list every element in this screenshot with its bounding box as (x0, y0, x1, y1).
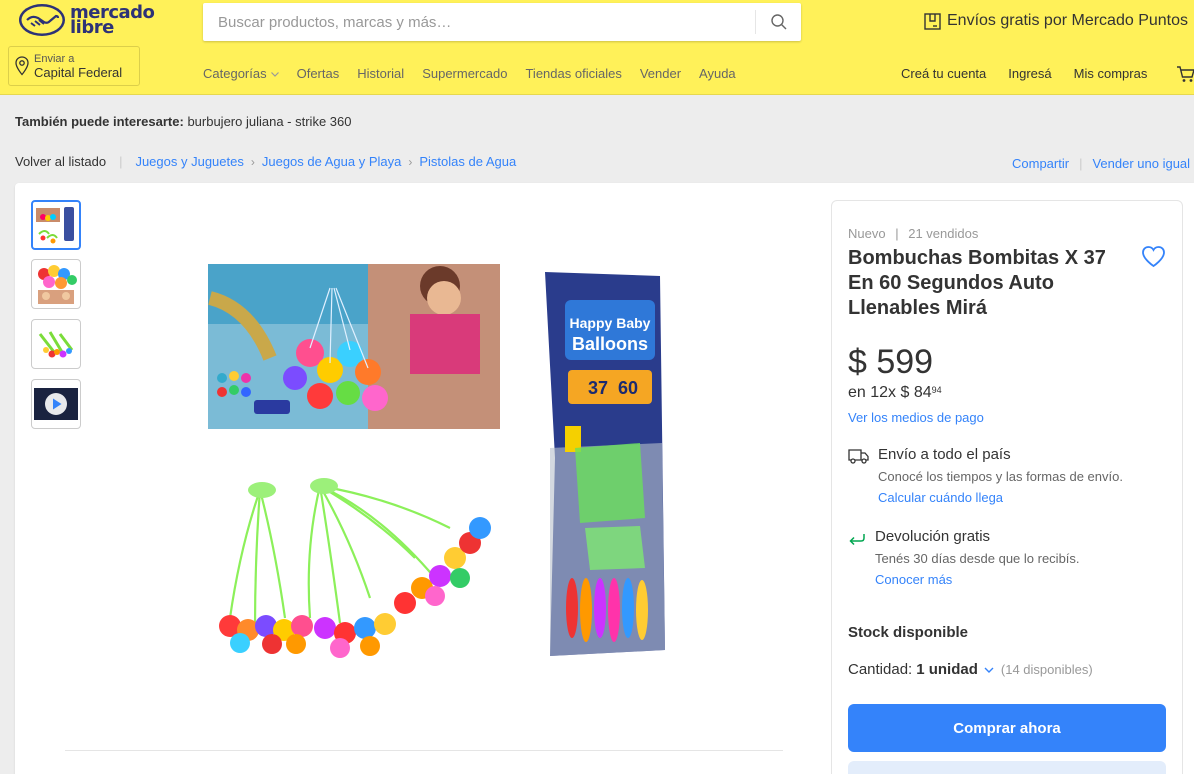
quantity-selector[interactable]: Cantidad: 1 unidad (14 disponibles) (848, 661, 1093, 678)
promo-banner[interactable]: Envíos gratis por Mercado Puntos (924, 12, 1188, 30)
thumbnail-3[interactable] (31, 319, 81, 369)
payment-methods-link[interactable]: Ver los medios de pago (848, 410, 984, 425)
package-brand-line2: Balloons (572, 334, 648, 354)
account-nav: Creá tu cuenta Ingresá Mis compras (901, 66, 1169, 81)
truck-icon (848, 449, 869, 464)
create-account-link[interactable]: Creá tu cuenta (901, 66, 986, 81)
thumbnail-1[interactable] (31, 200, 81, 250)
chevron-right-icon: › (250, 154, 255, 169)
handshake-logo-icon (19, 4, 65, 36)
condition-line: Nuevo | 21 vendidos (848, 226, 978, 241)
cart-button[interactable] (1176, 64, 1194, 89)
nav-categorias-label: Categorías (203, 66, 267, 81)
buy-now-button[interactable]: Comprar ahora (848, 704, 1166, 752)
nav-historial[interactable]: Historial (357, 66, 404, 81)
condition-label: Nuevo (848, 226, 886, 241)
available-count: (14 disponibles) (1000, 662, 1093, 677)
heart-icon (1142, 246, 1165, 268)
learn-more-link[interactable]: Conocer más (875, 572, 1080, 587)
nav-tiendas-oficiales[interactable]: Tiendas oficiales (525, 66, 621, 81)
chevron-down-icon (984, 667, 994, 673)
my-purchases-link[interactable]: Mis compras (1074, 66, 1148, 81)
returns-info: Devolución gratis Tenés 30 días desde qu… (848, 528, 1080, 587)
nav-categorias[interactable]: Categorías (203, 66, 280, 81)
breadcrumb-separator: | (119, 154, 123, 169)
thumbnail-2[interactable] (31, 259, 81, 309)
breadcrumb-item-juegos-de-agua[interactable]: Juegos de Agua y Playa (262, 154, 402, 169)
product-thumbnail-image (38, 265, 77, 304)
search-placeholder: Buscar productos, marcas y más… (218, 14, 452, 31)
product-thumbnail-image (38, 331, 74, 358)
shipping-subtitle: Conocé los tiempos y las formas de envío… (878, 469, 1123, 484)
quantity-value: 1 unidad (916, 661, 978, 678)
share-actions: Compartir | Vender uno igual (1012, 156, 1190, 171)
shipping-title: Envío a todo el país (878, 446, 1011, 463)
quantity-label: Cantidad: (848, 661, 913, 678)
favorite-button[interactable] (1141, 245, 1166, 273)
nav-vender[interactable]: Vender (640, 66, 681, 81)
breadcrumb-item-pistolas-de-agua[interactable]: Pistolas de Agua (419, 154, 516, 169)
package-seconds: 60 (618, 378, 638, 398)
installments: en 12x $ 8494 (848, 384, 942, 402)
mercadolibre-logo[interactable]: mercado libre (18, 3, 155, 37)
cart-icon (1177, 66, 1194, 82)
nav-supermercado[interactable]: Supermercado (422, 66, 507, 81)
location-selector[interactable]: Enviar a Capital Federal (8, 46, 140, 86)
search-button[interactable] (756, 3, 801, 41)
search-icon (770, 14, 786, 30)
sold-count: 21 vendidos (908, 226, 979, 241)
share-separator: | (1079, 156, 1083, 171)
chevron-right-icon: › (408, 154, 413, 169)
product-thumbnail-image (36, 207, 74, 244)
product-title: Bombuchas Bombitas X 37 En 60 Segundos A… (848, 247, 1106, 319)
condition-separator: | (895, 226, 899, 241)
stock-label: Stock disponible (848, 624, 969, 641)
suggestion-link[interactable]: burbujero juliana - strike 360 (187, 114, 351, 129)
back-to-list-link[interactable]: Volver al listado (15, 154, 106, 169)
box-icon (924, 12, 941, 30)
divider (65, 750, 783, 751)
login-link[interactable]: Ingresá (1008, 66, 1051, 81)
logo-wordmark: mercado libre (70, 4, 155, 37)
returns-subtitle: Tenés 30 días desde que lo recibís. (875, 551, 1080, 566)
product-main-image[interactable]: Happy Baby Balloons 37 60 (200, 258, 680, 688)
promo-text: Envíos gratis por Mercado Puntos (947, 12, 1189, 29)
location-pin-icon (15, 56, 29, 76)
breadcrumb: Volver al listado | Juegos y Juguetes › … (15, 154, 516, 169)
nav-ayuda[interactable]: Ayuda (699, 66, 736, 81)
shipping-info: Envío a todo el país Conocé los tiempos … (848, 446, 1123, 505)
package-count: 37 (588, 378, 608, 398)
package-brand-line1: Happy Baby (570, 315, 651, 331)
return-arrow-icon (849, 534, 865, 546)
suggestion-label: También puede interesarte: (15, 114, 184, 129)
suggestion-bar: También puede interesarte: burbujero jul… (15, 114, 351, 129)
nav-ofertas[interactable]: Ofertas (297, 66, 340, 81)
chevron-down-icon (270, 71, 279, 77)
installments-text: en 12x $ 84 (848, 384, 932, 401)
product-price: $ 599 (848, 343, 934, 381)
main-nav: Categorías Ofertas Historial Supermercad… (203, 66, 754, 81)
header: mercado libre Buscar productos, marcas y… (0, 0, 1194, 95)
add-to-cart-button[interactable] (848, 761, 1166, 774)
location-value: Capital Federal (34, 65, 123, 80)
calculate-delivery-link[interactable]: Calcular cuándo llega (878, 490, 1123, 505)
thumbnail-video[interactable] (31, 379, 81, 429)
search-input[interactable]: Buscar productos, marcas y más… (203, 3, 801, 41)
sell-one-link[interactable]: Vender uno igual (1092, 156, 1190, 171)
installments-cents: 94 (931, 385, 942, 395)
video-thumbnail-image (34, 388, 78, 420)
share-link[interactable]: Compartir (1012, 156, 1069, 171)
returns-title: Devolución gratis (875, 528, 991, 545)
breadcrumb-item-juegos-y-juguetes[interactable]: Juegos y Juguetes (135, 154, 243, 169)
